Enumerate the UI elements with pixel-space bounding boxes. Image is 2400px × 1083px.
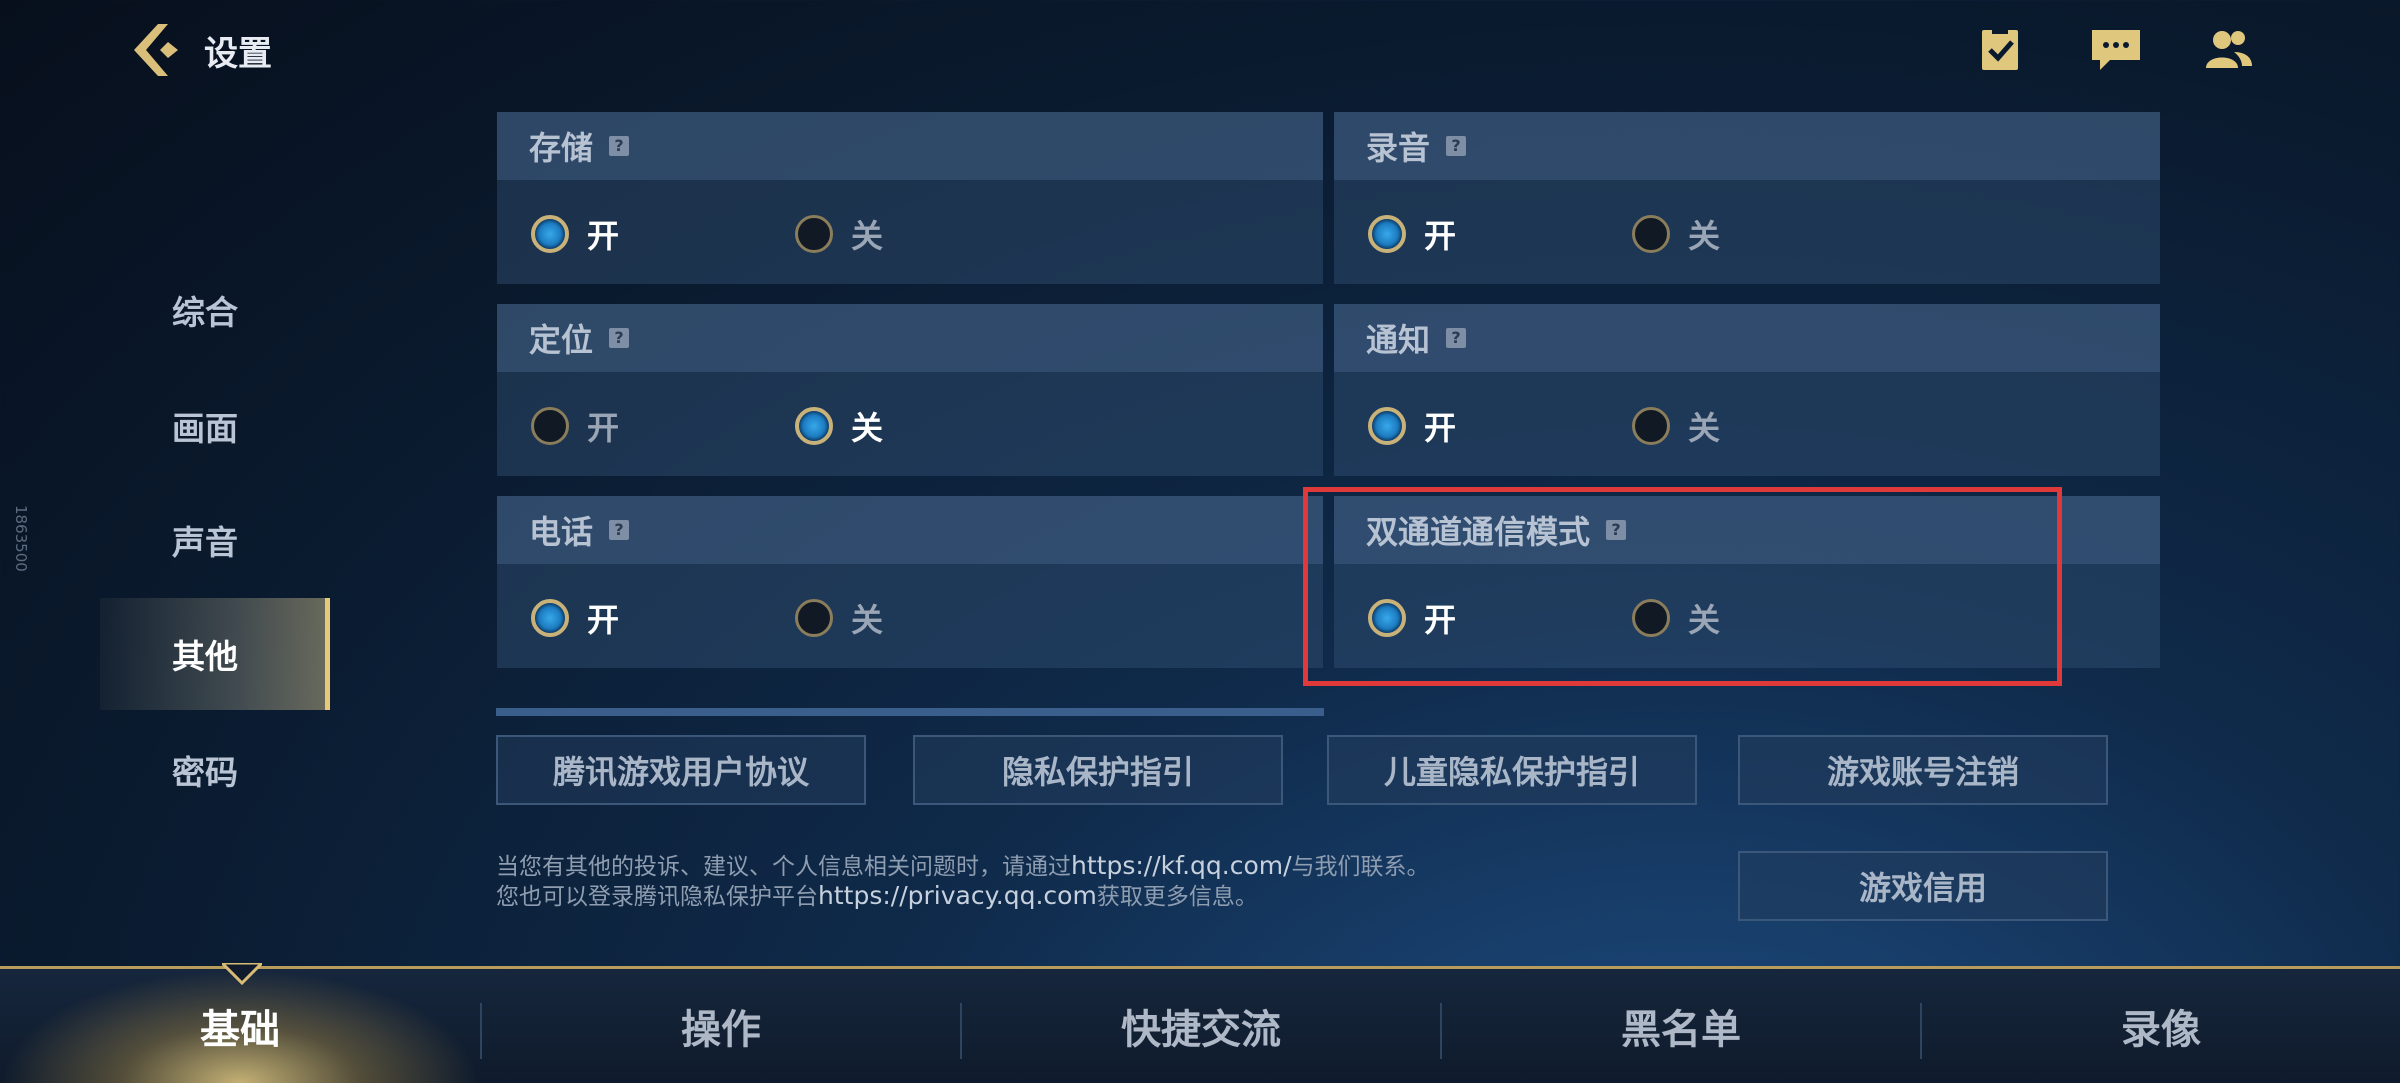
option-label: 关 bbox=[851, 601, 884, 639]
page-title: 设置 bbox=[204, 34, 272, 74]
option-label: 开 bbox=[1424, 217, 1457, 255]
tab-replay[interactable]: 录像 bbox=[1922, 969, 2400, 1083]
tab-label: 黑名单 bbox=[1621, 1007, 1741, 1053]
radio-unselected-icon bbox=[1632, 407, 1670, 445]
option-label: 关 bbox=[1688, 217, 1721, 255]
location-off-radio[interactable]: 关 bbox=[795, 403, 883, 449]
sidebar-item-label: 综合 bbox=[172, 293, 238, 332]
panel-header: 存储? bbox=[497, 112, 1323, 180]
help-icon[interactable]: ? bbox=[1446, 136, 1467, 156]
radio-unselected-icon bbox=[1632, 215, 1670, 253]
active-tab-caret-icon bbox=[218, 961, 266, 986]
panel-title: 录音 bbox=[1366, 129, 1431, 167]
button-label: 儿童隐私保护指引 bbox=[1383, 753, 1640, 791]
scroll-indicator bbox=[496, 708, 1324, 716]
account-cancel-button[interactable]: 游戏账号注销 bbox=[1738, 735, 2108, 805]
sidebar-item-label: 画面 bbox=[172, 409, 238, 448]
game-credit-button[interactable]: 游戏信用 bbox=[1738, 851, 2108, 921]
radio-unselected-icon bbox=[795, 599, 833, 637]
radio-selected-icon bbox=[1368, 407, 1406, 445]
back-button[interactable] bbox=[128, 22, 190, 78]
tab-label: 录像 bbox=[2121, 1007, 2201, 1053]
notification-off-radio[interactable]: 关 bbox=[1632, 403, 1720, 449]
sidebar-item-general[interactable]: 综合 bbox=[100, 254, 330, 366]
sidebar-item-sound[interactable]: 声音 bbox=[100, 484, 330, 596]
panel-header: 录音? bbox=[1334, 112, 2160, 180]
radio-selected-icon bbox=[531, 215, 569, 253]
chat-icon[interactable] bbox=[2088, 24, 2144, 74]
storage-off-radio[interactable]: 关 bbox=[795, 211, 883, 257]
help-icon[interactable]: ? bbox=[1446, 328, 1467, 348]
side-watermark: 1863500 bbox=[12, 505, 30, 572]
privacy-note: 您也可以登录腾讯隐私保护平台https://privacy.qq.com获取更多… bbox=[496, 877, 1258, 911]
panel-header: 电话? bbox=[497, 496, 1323, 564]
sidebar-item-display[interactable]: 画面 bbox=[100, 370, 330, 482]
location-panel: 定位? 开 关 bbox=[497, 304, 1323, 476]
tab-label: 快捷交流 bbox=[1121, 1007, 1281, 1053]
storage-on-radio[interactable]: 开 bbox=[531, 211, 619, 257]
option-label: 开 bbox=[587, 217, 620, 255]
panel-header: 通知? bbox=[1334, 304, 2160, 372]
tab-controls[interactable]: 操作 bbox=[482, 969, 960, 1083]
sidebar-item-label: 声音 bbox=[172, 523, 238, 562]
help-icon[interactable]: ? bbox=[609, 328, 630, 348]
checklist-icon[interactable] bbox=[1972, 24, 2028, 74]
radio-selected-icon bbox=[531, 599, 569, 637]
user-agreement-button[interactable]: 腾讯游戏用户协议 bbox=[496, 735, 866, 805]
option-label: 关 bbox=[851, 409, 884, 447]
button-label: 游戏信用 bbox=[1858, 869, 1987, 907]
back-arrow-icon bbox=[134, 24, 178, 76]
option-label: 开 bbox=[587, 601, 620, 639]
notification-panel: 通知? 开 关 bbox=[1334, 304, 2160, 476]
panel-header: 定位? bbox=[497, 304, 1323, 372]
panel-title: 定位 bbox=[529, 321, 594, 359]
button-label: 隐私保护指引 bbox=[1001, 753, 1194, 791]
sidebar-item-label: 密码 bbox=[172, 753, 238, 792]
option-label: 开 bbox=[587, 409, 620, 447]
tab-label: 操作 bbox=[681, 1007, 761, 1053]
highlight-box bbox=[1303, 487, 2062, 686]
help-icon[interactable]: ? bbox=[609, 136, 630, 156]
radio-unselected-icon bbox=[795, 215, 833, 253]
location-on-radio[interactable]: 开 bbox=[531, 403, 619, 449]
bottom-tab-bar: 基础 操作 快捷交流 黑名单 录像 bbox=[0, 966, 2400, 1083]
phone-on-radio[interactable]: 开 bbox=[531, 595, 619, 641]
sidebar-item-label: 其他 bbox=[172, 637, 238, 676]
notification-on-radio[interactable]: 开 bbox=[1368, 403, 1456, 449]
panel-title: 通知 bbox=[1366, 321, 1431, 359]
support-link[interactable]: https://kf.qq.com/ bbox=[1071, 851, 1292, 880]
button-label: 游戏账号注销 bbox=[1826, 753, 2019, 791]
storage-panel: 存储? 开 关 bbox=[497, 112, 1323, 284]
friends-icon[interactable] bbox=[2200, 24, 2256, 74]
radio-selected-icon bbox=[795, 407, 833, 445]
privacy-guide-button[interactable]: 隐私保护指引 bbox=[913, 735, 1283, 805]
recording-off-radio[interactable]: 关 bbox=[1632, 211, 1720, 257]
phone-panel: 电话? 开 关 bbox=[497, 496, 1323, 668]
recording-on-radio[interactable]: 开 bbox=[1368, 211, 1456, 257]
phone-off-radio[interactable]: 关 bbox=[795, 595, 883, 641]
radio-unselected-icon bbox=[531, 407, 569, 445]
note-text: 获取更多信息。 bbox=[1096, 884, 1258, 910]
note-text: 与我们联系。 bbox=[1291, 854, 1430, 880]
tab-blacklist[interactable]: 黑名单 bbox=[1442, 969, 1920, 1083]
sidebar-item-other[interactable]: 其他 bbox=[100, 598, 330, 710]
sidebar-item-password[interactable]: 密码 bbox=[100, 714, 330, 826]
option-label: 关 bbox=[851, 217, 884, 255]
tab-basic[interactable]: 基础 bbox=[0, 969, 480, 1083]
recording-panel: 录音? 开 关 bbox=[1334, 112, 2160, 284]
button-label: 腾讯游戏用户协议 bbox=[552, 753, 809, 791]
privacy-link[interactable]: https://privacy.qq.com bbox=[818, 881, 1097, 910]
option-label: 关 bbox=[1688, 409, 1721, 447]
option-label: 开 bbox=[1424, 409, 1457, 447]
contact-note: 当您有其他的投诉、建议、个人信息相关问题时，请通过https://kf.qq.c… bbox=[496, 847, 1430, 881]
child-privacy-button[interactable]: 儿童隐私保护指引 bbox=[1327, 735, 1697, 805]
panel-title: 存储 bbox=[529, 129, 594, 167]
panel-title: 电话 bbox=[529, 513, 594, 551]
radio-selected-icon bbox=[1368, 215, 1406, 253]
help-icon[interactable]: ? bbox=[609, 520, 630, 540]
tab-quick-chat[interactable]: 快捷交流 bbox=[962, 969, 1440, 1083]
tab-label: 基础 bbox=[200, 1007, 280, 1053]
note-text: 您也可以登录腾讯隐私保护平台 bbox=[496, 884, 818, 910]
